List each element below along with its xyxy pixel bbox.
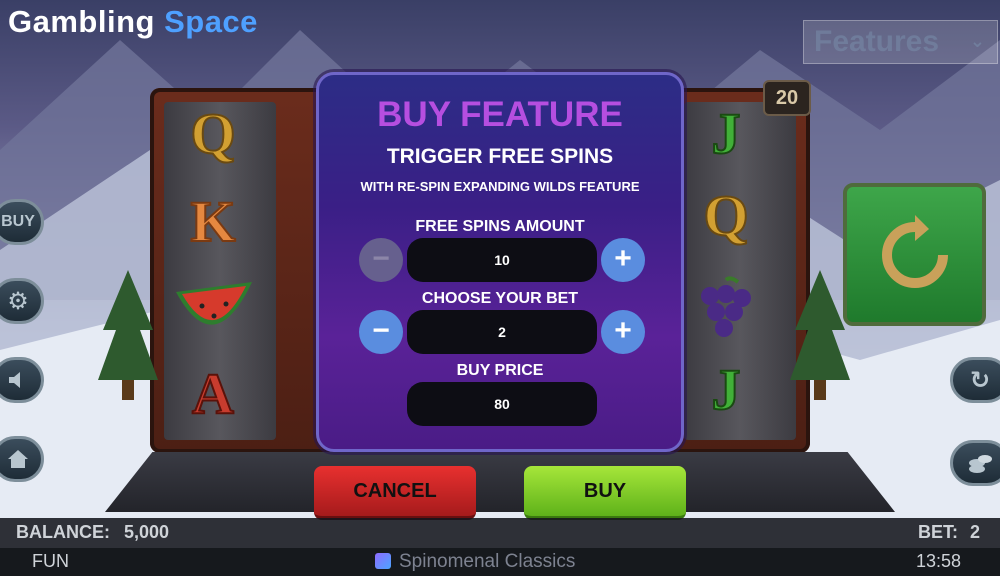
christmas-tree-left: [98, 270, 158, 400]
provider-brand: Spinomenal Classics: [375, 551, 575, 573]
bet-value: 2: [407, 310, 597, 354]
chevron-down-icon: ⌄: [969, 31, 985, 51]
watermelon-icon: [176, 282, 252, 325]
features-dropdown[interactable]: Features ⌄: [803, 20, 998, 64]
bet-status-value: 2: [970, 522, 981, 542]
buy-feature-dialog: BUY FEATURE TRIGGER FREE SPINS WITH RE-S…: [316, 72, 684, 452]
spin-icon: [881, 214, 948, 288]
refresh-icon: ↻: [969, 366, 991, 394]
clock: 13:58: [916, 551, 962, 571]
logo-word-gambling: Gambling: [8, 4, 155, 39]
symbol-q: Q: [189, 100, 236, 167]
home-icon: [8, 450, 28, 468]
bet-decrease-button[interactable]: −: [359, 310, 403, 354]
free-spins-label: FREE SPINS AMOUNT: [415, 218, 585, 235]
bet-status-label: BET:: [918, 522, 958, 542]
buy-price-value: 80: [407, 382, 597, 426]
autoplay-button[interactable]: ↻: [950, 357, 1000, 403]
sound-button[interactable]: [0, 357, 44, 403]
symbol-j: J: [711, 100, 742, 167]
symbol-q: Q: [702, 182, 749, 249]
settings-button[interactable]: ⚙: [0, 278, 44, 324]
provider-name: Spinomenal Classics: [399, 551, 576, 572]
free-spins-value: 10: [407, 238, 597, 282]
mode-label: FUN: [32, 551, 69, 571]
dialog-title: BUY FEATURE: [377, 95, 623, 134]
symbol-k: K: [189, 188, 236, 255]
christmas-tree-right: [790, 270, 850, 400]
bet-button[interactable]: [950, 440, 1000, 486]
dialog-description: WITH RE-SPIN EXPANDING WILDS FEATURE: [360, 179, 640, 194]
bet-increase-button[interactable]: +: [601, 310, 645, 354]
spin-button[interactable]: [843, 183, 986, 326]
features-dropdown-label: Features: [814, 25, 940, 58]
side-buy-button[interactable]: BUY: [0, 199, 44, 245]
gear-icon: ⚙: [7, 287, 29, 315]
balance-value: 5,000: [124, 522, 170, 542]
buy-price-label: BUY PRICE: [456, 362, 544, 379]
balance-label: BALANCE:: [16, 522, 110, 542]
reel-stage: [105, 452, 895, 512]
symbol-j: J: [676, 356, 776, 423]
symbol-a: A: [163, 360, 263, 427]
bet-label: CHOOSE YOUR BET: [421, 290, 579, 307]
speaker-icon: [9, 372, 20, 388]
grapes-icon: [701, 276, 751, 337]
free-spins-decrease-button[interactable]: −: [359, 238, 403, 282]
free-spins-increase-button[interactable]: +: [601, 238, 645, 282]
logo-word-space: Space: [164, 4, 258, 39]
home-button[interactable]: [0, 436, 44, 482]
spinomenal-logo-icon: [375, 553, 391, 569]
dialog-subtitle: TRIGGER FREE SPINS: [386, 145, 614, 168]
symbol-j-text: J: [711, 356, 742, 423]
cancel-button[interactable]: CANCEL: [314, 466, 476, 520]
side-buy-label: BUY: [1, 213, 35, 230]
buy-button[interactable]: BUY: [524, 466, 686, 520]
symbol-a-text: A: [191, 360, 235, 427]
coins-icon: [969, 455, 992, 473]
site-logo: Gambling Space: [8, 4, 258, 40]
